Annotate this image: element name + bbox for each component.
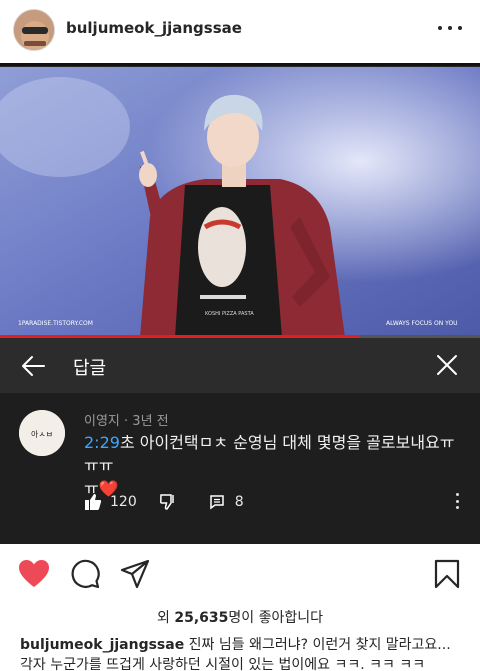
- close-icon[interactable]: [436, 354, 458, 376]
- likes-prefix: 외: [157, 610, 175, 626]
- comment-overflow-icon[interactable]: [456, 493, 460, 509]
- bookmark-icon[interactable]: [434, 559, 460, 589]
- video-frame[interactable]: 1PARADISE.TISTORY.COM KOSHI PIZZA PASTA …: [0, 67, 480, 337]
- watermark-left: 1PARADISE.TISTORY.COM: [18, 320, 93, 327]
- divider: [0, 63, 480, 66]
- comment-meta: 이영지 · 3년 전: [84, 410, 169, 429]
- back-arrow-icon[interactable]: [20, 353, 46, 379]
- caption-line1: 진짜 님들 왜그러냐? 이런거 찾지 말라고요...: [184, 637, 451, 653]
- commenter-avatar[interactable]: 아ㅅㅂ: [19, 410, 65, 456]
- reply-header-bar: 답글: [0, 338, 480, 393]
- more-options-icon[interactable]: [438, 18, 462, 38]
- likes-suffix: 명이 좋아합니다: [228, 610, 323, 626]
- comment-thread: 아ㅅㅂ 이영지 · 3년 전 2:29초 아이컨택ㅁㅊ 순영님 대체 몇명을 골…: [0, 393, 480, 544]
- reply-title: 답글: [73, 358, 107, 379]
- caption-username[interactable]: buljumeok_jjangssae: [20, 637, 184, 653]
- reply-count: 8: [234, 494, 244, 510]
- reply-comment-icon[interactable]: [209, 494, 225, 510]
- post-username[interactable]: buljumeok_jjangssae: [66, 19, 242, 37]
- like-heart-icon[interactable]: [18, 559, 50, 589]
- meta-separator: ·: [119, 414, 133, 429]
- like-count: 120: [110, 494, 137, 510]
- comment-timestamp-link[interactable]: 2:29: [84, 433, 120, 452]
- thumbs-up-icon[interactable]: [84, 493, 102, 511]
- share-icon[interactable]: [120, 559, 150, 589]
- comment-text-line1: 초 아이컨택ㅁㅊ 순영님 대체 몇명을 골로보내요ㅠㅠㅠ: [84, 433, 455, 475]
- post-action-row: [0, 555, 480, 595]
- comment-actions: 120 8: [84, 491, 468, 513]
- shirt-text: KOSHI PIZZA PASTA: [205, 311, 254, 317]
- avatar-handwriting: 아ㅅㅂ: [31, 429, 53, 439]
- caption-line2: 각자 누군가를 뜨겁게 사랑하던 시절이 있는 법이에요 ㅋㅋ. ㅋㅋ ㅋㅋ: [20, 657, 426, 671]
- comment-age: 3년 전: [132, 414, 169, 429]
- likes-count: 25,635: [174, 610, 229, 626]
- avatar[interactable]: [13, 9, 55, 51]
- likes-summary[interactable]: 외 25,635명이 좋아합니다: [0, 607, 480, 627]
- comment-text: 2:29초 아이컨택ㅁㅊ 순영님 대체 몇명을 골로보내요ㅠㅠㅠ ㅠ❤️: [84, 431, 464, 500]
- post-caption: buljumeok_jjangssae 진짜 님들 왜그러냐? 이런거 찾지 말…: [20, 635, 475, 671]
- comment-icon[interactable]: [70, 559, 100, 589]
- comment-author[interactable]: 이영지: [84, 414, 120, 429]
- post-header: buljumeok_jjangssae: [0, 0, 480, 62]
- thumbs-down-icon[interactable]: [159, 493, 177, 511]
- watermark-right: ALWAYS FOCUS ON YOU: [386, 320, 458, 327]
